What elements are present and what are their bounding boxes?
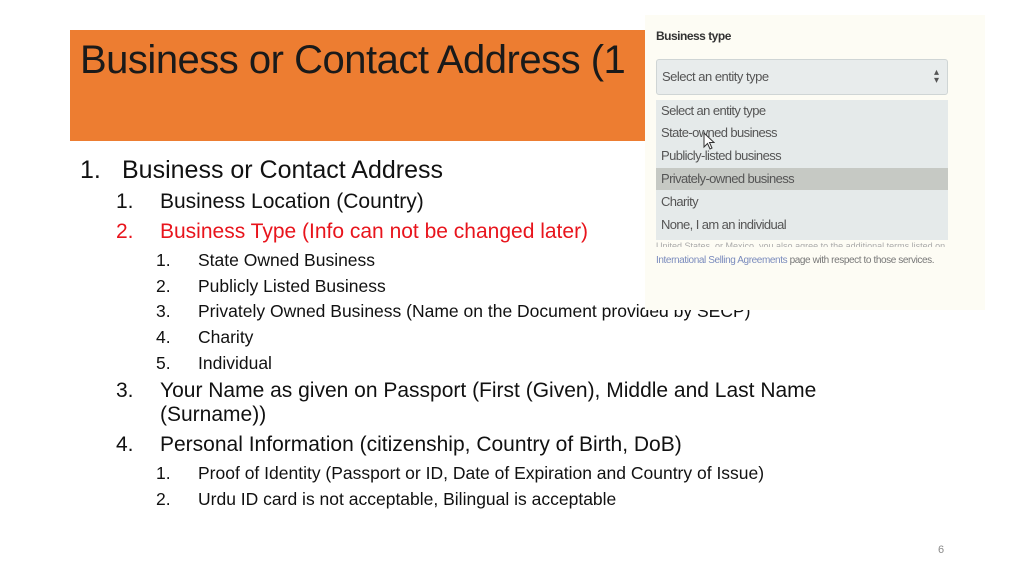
item-number: 3. — [116, 379, 134, 402]
entity-type-select[interactable]: Select an entity type ▴ ▾ — [656, 59, 948, 95]
item-number: 5. — [156, 353, 171, 373]
item-text: (Surname)) — [160, 403, 267, 426]
entity-type-options: Select an entity type State-owned busine… — [656, 100, 948, 240]
updown-arrows-icon: ▴ ▾ — [933, 67, 939, 86]
footer-text: International Selling Agreements page wi… — [656, 255, 935, 266]
item-text: Publicly Listed Business — [198, 276, 386, 296]
business-type-label: Business type — [656, 29, 731, 43]
option-state-owned[interactable]: State-owned business — [656, 122, 948, 144]
item-text: Urdu ID card is not acceptable, Bilingua… — [198, 489, 617, 509]
option-label: Select an entity type — [661, 103, 766, 118]
select-value: Select an entity type — [662, 69, 769, 84]
item-number: 1. — [156, 250, 171, 270]
option-label: Publicly-listed business — [661, 148, 782, 163]
option-charity[interactable]: Charity — [656, 191, 948, 213]
item-number: 4. — [116, 433, 134, 456]
item-number: 2. — [156, 489, 171, 509]
item-text: Proof of Identity (Passport or ID, Date … — [198, 463, 765, 483]
embedded-screenshot: Business type Select an entity type ▴ ▾ S… — [645, 15, 985, 310]
item-number: 3. — [156, 301, 171, 321]
option-individual[interactable]: None, I am an individual — [656, 214, 948, 236]
footer-text-rest: page with respect to those services. — [787, 255, 935, 266]
mouse-cursor-icon — [703, 132, 715, 150]
item-text: Business or Contact Address — [122, 156, 443, 184]
item-number: 1. — [156, 463, 171, 483]
item-number: 1. — [116, 190, 134, 213]
option-label: Charity — [661, 194, 699, 209]
item-number: 1. — [80, 156, 101, 184]
option-publicly-listed[interactable]: Publicly-listed business — [656, 145, 948, 167]
item-text: Business Type (Info can not be changed l… — [160, 220, 589, 243]
item-number: 2. — [116, 220, 134, 243]
obscured-text: United States, or Mexico, you also agree… — [656, 241, 946, 247]
item-text: Personal Information (citizenship, Count… — [160, 433, 682, 456]
item-text: Business Location (Country) — [160, 190, 424, 213]
page-number: 6 — [938, 544, 945, 556]
item-text: Individual — [198, 353, 272, 373]
item-text: Your Name as given on Passport (First (G… — [160, 379, 817, 402]
slide-title: Business or Contact Address (1 — [80, 38, 626, 82]
item-text: State Owned Business — [198, 250, 376, 270]
item-number: 4. — [156, 327, 171, 347]
option-label: Privately-owned business — [661, 171, 795, 186]
international-selling-agreements-link[interactable]: International Selling Agreements — [656, 255, 788, 266]
option-privately-owned[interactable]: Privately-owned business — [656, 168, 948, 190]
option-select-entity[interactable]: Select an entity type — [656, 100, 948, 122]
item-number: 2. — [156, 276, 171, 296]
item-text: Charity — [198, 327, 254, 347]
option-label: State-owned business — [661, 125, 778, 140]
option-label: None, I am an individual — [661, 217, 787, 232]
